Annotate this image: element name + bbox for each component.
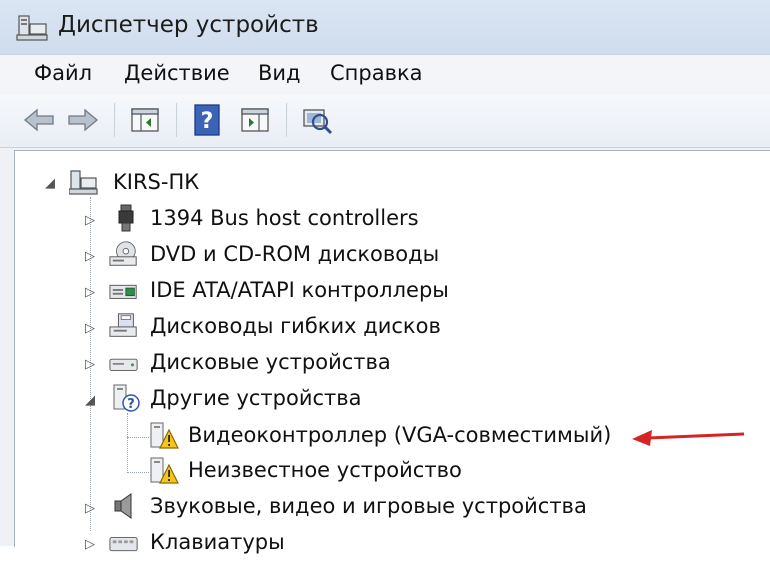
category-label: IDE ATA/ATAPI контроллеры xyxy=(150,278,449,302)
device-tree: ◢ KIRS-ПК ▷ 1394 Bus host controllers ▷ xyxy=(14,150,770,554)
category-label: 1394 Bus host controllers xyxy=(150,206,419,230)
expander-collapsed[interactable]: ▷ xyxy=(85,321,95,336)
tree-category-node[interactable]: ▷ IDE ATA/ATAPI контроллеры xyxy=(15,275,755,309)
device-label: Неизвестное устройство xyxy=(188,458,462,482)
unknown-device-icon: ? xyxy=(113,384,140,412)
scan-hardware-icon xyxy=(303,109,333,135)
toolbar-separator xyxy=(286,103,288,137)
tree-category-node[interactable]: ▷ 1394 Bus host controllers xyxy=(15,203,755,237)
tree-category-node[interactable]: ▷ Звуковые, видео и игровые устройства xyxy=(15,491,755,525)
forward-button[interactable] xyxy=(66,103,100,137)
tree-root-node[interactable]: ◢ KIRS-ПК xyxy=(15,167,755,201)
help-icon: ? xyxy=(194,104,220,136)
expander-collapsed[interactable]: ▷ xyxy=(85,285,95,300)
show-hide-console-tree-icon xyxy=(131,108,159,132)
category-label: Клавиатуры xyxy=(150,530,285,554)
warning-device-icon xyxy=(150,457,179,484)
menu-action[interactable]: Действие xyxy=(120,61,234,85)
toolbar: ? xyxy=(0,95,770,148)
menu-help[interactable]: Справка xyxy=(326,61,427,85)
category-label: Дисководы гибких дисков xyxy=(150,314,441,338)
speaker-icon xyxy=(114,493,132,519)
annotation-arrow xyxy=(632,430,745,446)
back-arrow-icon xyxy=(23,108,54,132)
category-label: Другие устройства xyxy=(150,386,362,410)
category-label: Звуковые, видео и игровые устройства xyxy=(150,494,587,518)
tree-category-node[interactable]: ◢ ? Другие устройства xyxy=(15,383,755,417)
action-pane-icon xyxy=(241,108,269,132)
console-tree-button[interactable] xyxy=(128,103,162,137)
tree-category-node[interactable]: ▷ Дисководы гибких дисков xyxy=(15,311,755,345)
expander-collapsed[interactable]: ▷ xyxy=(85,213,95,228)
window-title: Диспетчер устройств xyxy=(58,12,319,38)
tree-device-node[interactable]: Неизвестное устройство xyxy=(15,455,755,489)
category-label: Дисковые устройства xyxy=(150,350,391,374)
tree-category-node[interactable]: ▷ Дисковые устройства xyxy=(15,347,755,381)
device-label: Видеоконтроллер (VGA-совместимый) xyxy=(188,423,612,447)
warning-device-icon xyxy=(150,422,179,449)
svg-text:?: ? xyxy=(127,397,135,412)
toolbar-separator xyxy=(176,103,178,137)
title-bar[interactable]: Диспетчер устройств xyxy=(0,0,770,54)
expander-collapsed[interactable]: ▷ xyxy=(85,357,95,372)
scan-hardware-button[interactable] xyxy=(300,103,334,137)
svg-text:?: ? xyxy=(201,109,214,134)
category-label: DVD и CD-ROM дисководы xyxy=(150,242,440,266)
back-button[interactable] xyxy=(22,103,56,137)
expander-expanded[interactable]: ◢ xyxy=(45,176,55,191)
tree-category-node[interactable]: ▷ Клавиатуры xyxy=(15,527,755,561)
expander-collapsed[interactable]: ▷ xyxy=(85,501,95,516)
help-button[interactable]: ? xyxy=(190,103,224,137)
expander-collapsed[interactable]: ▷ xyxy=(85,537,95,552)
toolbar-separator xyxy=(114,103,116,137)
optical-drive-icon xyxy=(109,241,137,266)
expander-expanded[interactable]: ◢ xyxy=(85,393,95,408)
ide-controller-icon xyxy=(109,284,137,299)
action-pane-button[interactable] xyxy=(238,103,272,137)
forward-arrow-icon xyxy=(68,108,99,132)
computer-icon xyxy=(69,170,98,195)
menu-view[interactable]: Вид xyxy=(254,61,305,85)
floppy-drive-icon xyxy=(109,313,137,337)
hard-disk-icon xyxy=(109,358,138,371)
device-manager-icon xyxy=(16,15,48,41)
device-manager-window: Диспетчер устройств Файл Действие Вид Сп… xyxy=(0,0,770,554)
keyboard-icon xyxy=(109,537,138,552)
menu-file[interactable]: Файл xyxy=(30,61,96,85)
expander-collapsed[interactable]: ▷ xyxy=(85,249,95,264)
usb-plug-icon xyxy=(118,204,134,232)
computer-name: KIRS-ПК xyxy=(113,170,200,194)
tree-category-node[interactable]: ▷ DVD и CD-ROM дисководы xyxy=(15,239,755,273)
menu-bar: Файл Действие Вид Справка xyxy=(0,54,770,96)
